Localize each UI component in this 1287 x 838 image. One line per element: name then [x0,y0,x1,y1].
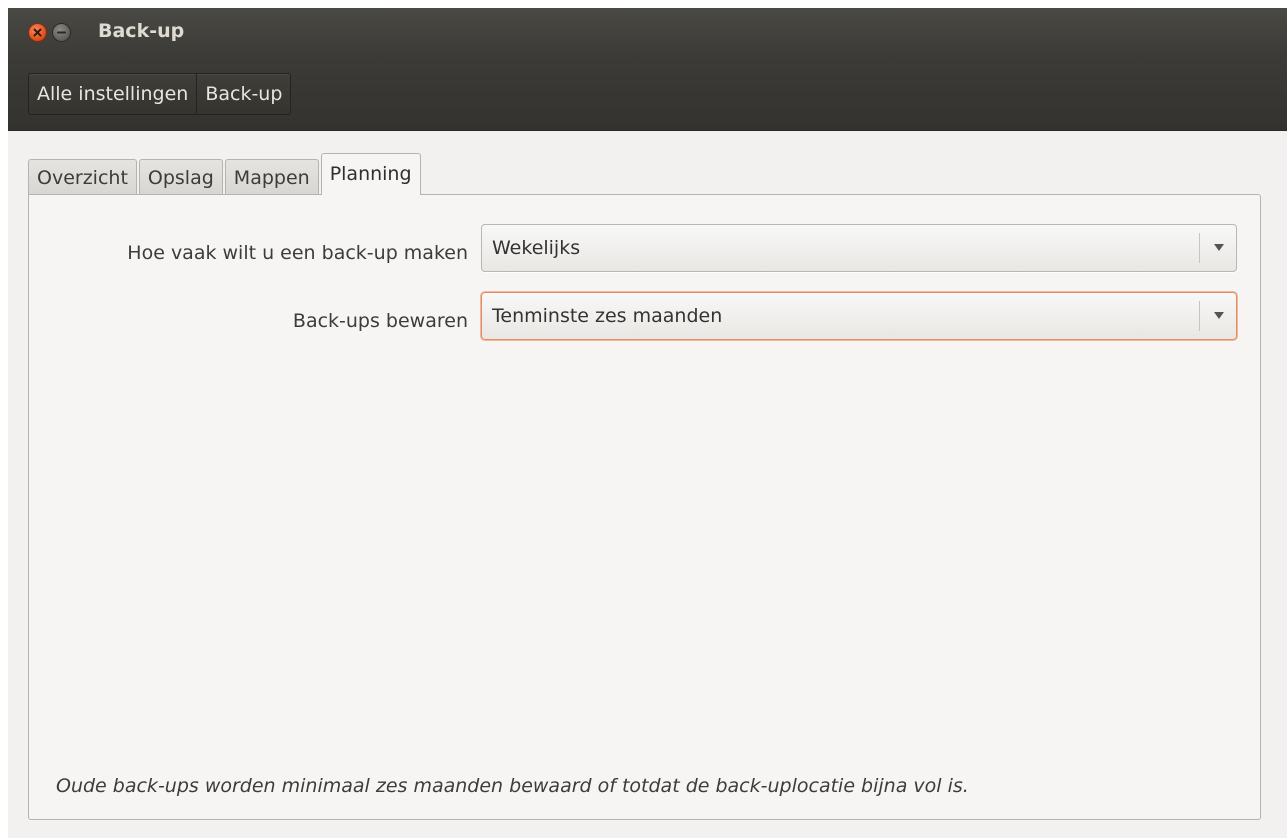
keep-select[interactable]: Tenminste zes maanden [481,292,1237,340]
minimize-button[interactable] [52,23,71,42]
title-bar: Back-up [8,8,1287,56]
retention-note: Oude back-ups worden minimaal zes maande… [56,775,969,797]
close-button[interactable] [28,23,47,42]
tab-mappen[interactable]: Mappen [224,159,319,195]
tab-planning[interactable]: Planning [320,153,421,195]
close-icon [33,28,42,37]
frequency-select[interactable]: Wekelijks [481,224,1237,272]
chevron-down-icon [1214,244,1224,251]
window-title: Back-up [98,20,185,42]
tab-opslag[interactable]: Opslag [138,159,223,195]
tab-bar: Overzicht Opslag Mappen Planning [28,153,423,195]
keep-value: Tenminste zes maanden [492,305,723,327]
toolbar: Alle instellingen Back-up [8,56,1287,131]
breadcrumb-backup[interactable]: Back-up [196,74,290,114]
combo-separator [1199,233,1200,263]
frequency-value: Wekelijks [492,237,581,259]
tab-overzicht[interactable]: Overzicht [28,159,137,195]
minimize-icon [57,31,66,34]
frequency-label: Hoe vaak wilt u een back-up maken [127,242,468,264]
keep-label: Back-ups bewaren [292,310,468,332]
combo-separator [1199,301,1200,331]
backup-window: Back-up Alle instellingen Back-up Overzi… [8,8,1287,838]
chevron-down-icon [1214,312,1224,319]
breadcrumb: Alle instellingen Back-up [28,73,292,115]
planning-panel: Hoe vaak wilt u een back-up maken Wekeli… [28,194,1261,820]
breadcrumb-all-settings[interactable]: Alle instellingen [29,74,196,114]
